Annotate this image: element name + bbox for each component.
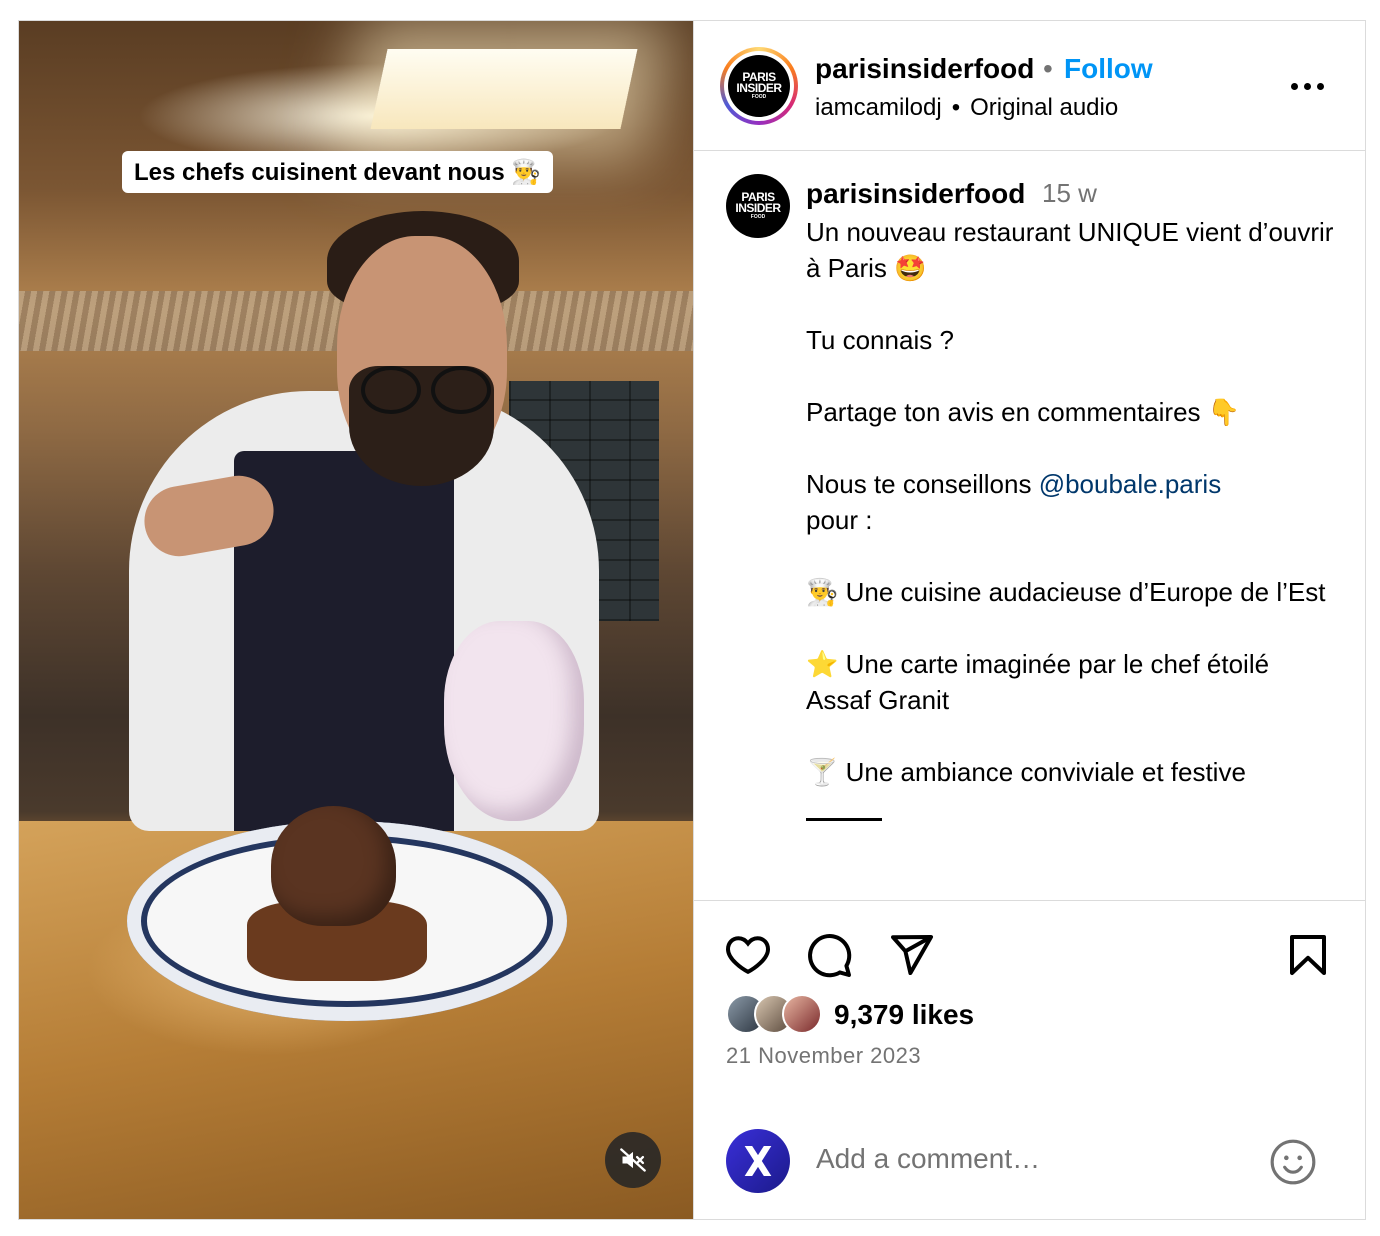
emoji-icon[interactable]	[1268, 1137, 1318, 1187]
caption-username[interactable]: parisinsiderfood	[806, 178, 1025, 210]
profile-avatar: PARIS INSIDER FOOD	[728, 55, 790, 117]
caption-line: Un nouveau restaurant UNIQUE vient d’ouv…	[806, 217, 1334, 283]
header-username[interactable]: parisinsiderfood	[815, 53, 1034, 85]
actions-divider	[694, 900, 1365, 901]
post-dialog: Les chefs cuisinent devant nous 👨‍🍳 PARI…	[18, 20, 1366, 1220]
comment-icon[interactable]	[805, 931, 853, 979]
story-ring-avatar[interactable]: PARIS INSIDER FOOD	[720, 47, 798, 125]
caption-line: Partage ton avis en commentaires 👇	[806, 397, 1241, 427]
follow-button[interactable]: Follow	[1064, 53, 1153, 85]
chef-glasses	[361, 366, 491, 414]
more-options-icon[interactable]	[1291, 83, 1325, 93]
caption-divider	[806, 818, 882, 821]
audio-author-link[interactable]: iamcamilodj	[815, 94, 942, 121]
post-side-panel: PARIS INSIDER FOOD parisinsiderfood • Fo…	[694, 21, 1365, 1219]
audio-info: iamcamilodj • Original audio	[815, 94, 1119, 121]
ceiling-light	[370, 49, 638, 129]
post-header: PARIS INSIDER FOOD parisinsiderfood • Fo…	[694, 21, 1365, 151]
caption-bullet: 🍸 Une ambiance conviviale et festive	[806, 757, 1246, 787]
caption-bullet: 👨‍🍳 Une cuisine audacieuse d’Europe de l…	[806, 577, 1326, 607]
video-caption-overlay: Les chefs cuisinent devant nous 👨‍🍳	[122, 151, 554, 193]
comment-input[interactable]	[816, 1143, 1246, 1175]
mute-button[interactable]	[605, 1132, 661, 1188]
porcelain-pitcher	[444, 621, 584, 821]
mention-link[interactable]: @boubale.paris	[1039, 469, 1222, 499]
bookmark-icon[interactable]	[1284, 931, 1332, 979]
share-icon[interactable]	[887, 931, 935, 979]
post-date[interactable]: 21 November 2023	[726, 1043, 921, 1069]
x-logo-icon	[744, 1146, 772, 1176]
post-video[interactable]: Les chefs cuisinent devant nous 👨‍🍳	[19, 21, 694, 1219]
caption-avatar[interactable]: PARIS INSIDER FOOD	[726, 174, 790, 238]
current-user-avatar[interactable]	[726, 1129, 790, 1193]
original-audio-link[interactable]: Original audio	[970, 94, 1118, 121]
liker-avatar	[782, 994, 822, 1034]
muted-speaker-icon	[620, 1148, 646, 1172]
caption-bullet: ⭐️ Une carte imaginée par le chef étoilé…	[806, 649, 1270, 715]
chocolate-quenelle	[271, 806, 396, 926]
caption-scroll-area[interactable]: PARIS INSIDER FOOD parisinsiderfood 15 w…	[694, 152, 1365, 900]
header-separator: •	[1043, 53, 1053, 84]
caption-line: Tu connais ?	[806, 325, 954, 355]
heart-icon[interactable]	[724, 931, 772, 979]
likes-count[interactable]: 9,379 likes	[834, 999, 974, 1031]
add-comment-row	[694, 1121, 1365, 1201]
caption-text: Un nouveau restaurant UNIQUE vient d’ouv…	[806, 214, 1336, 821]
caption-line: Nous te conseillons @boubale.paris pour :	[806, 469, 1222, 535]
caption-timestamp[interactable]: 15 w	[1042, 178, 1097, 209]
